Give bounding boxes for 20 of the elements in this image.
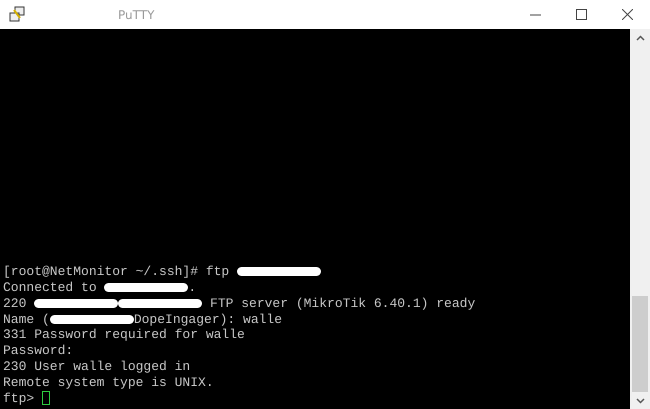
terminal-text: Name (: [3, 312, 50, 327]
terminal-text: .: [188, 280, 196, 296]
terminal-text: [root@NetMonitor ~/.ssh]# ftp: [3, 264, 230, 280]
text-cursor: [42, 391, 50, 406]
maximize-icon: [576, 9, 586, 20]
terminal-text: FTP server (MikroTik 6.40.1) ready: [209, 296, 476, 311]
app-icon: [8, 6, 26, 24]
terminal-text: DopeIngager): walle: [134, 312, 282, 327]
terminal-text: Connected to: [3, 280, 98, 296]
window-title: PuTTY: [118, 8, 156, 22]
terminal-text: ftp>: [3, 390, 36, 406]
terminal-text: 230 User walle logged in: [3, 359, 190, 374]
scrollbar[interactable]: [630, 29, 650, 409]
close-icon: [622, 9, 632, 20]
terminal-text: 220: [3, 296, 28, 311]
scrollbar-thumb[interactable]: [632, 296, 648, 392]
terminal-screen[interactable]: [0, 29, 630, 409]
terminal-text: 331 Password required for walle: [3, 327, 245, 342]
terminal-text: Password:: [3, 343, 74, 358]
terminal-text: Remote system type is UNIX.: [3, 374, 214, 390]
